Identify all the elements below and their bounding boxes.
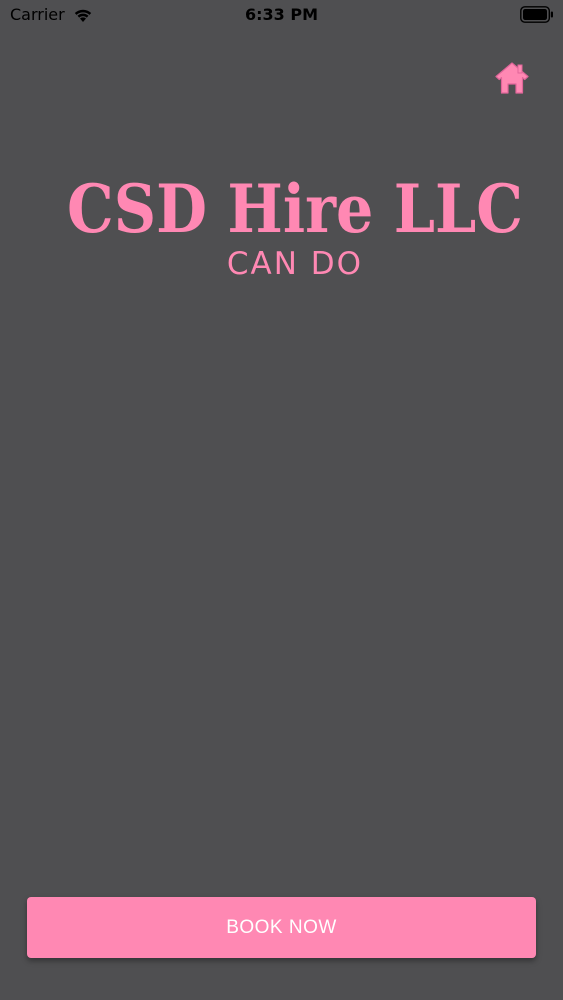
home-icon[interactable] [493, 60, 531, 98]
brand-title: CSD Hire LLC [67, 170, 523, 243]
status-time: 6:33 PM [244, 5, 318, 24]
brand-title-text: CSD Hire LLC [67, 170, 523, 243]
battery-icon [520, 6, 553, 23]
brand-tagline: CAN DO [226, 246, 364, 282]
book-now-button[interactable]: BOOK NOW [27, 897, 536, 958]
status-bar: Carrier 6:33 PM [0, 0, 563, 30]
